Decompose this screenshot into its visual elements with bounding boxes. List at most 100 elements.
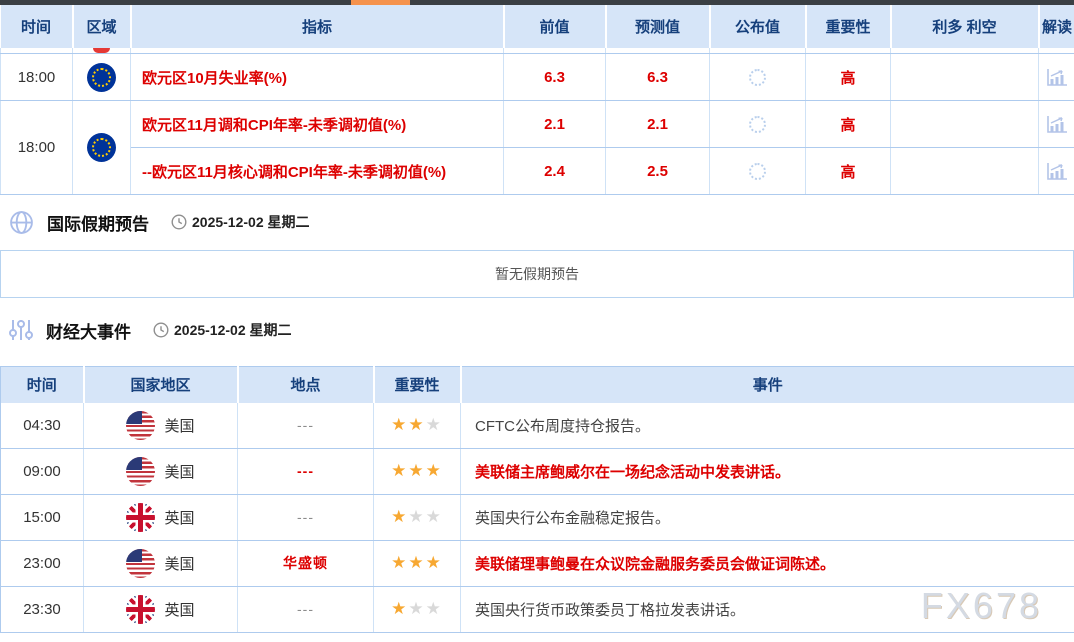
scrollbar-thumb[interactable] [351, 0, 410, 5]
table-row: 09:00 美国 --- 美联储主席鲍威尔在一场纪念活动中发表讲话。 [1, 448, 1074, 494]
forecast-value: 6.3 [606, 54, 710, 101]
col-time: 时间 [1, 367, 84, 403]
events-header-row: 时间 国家地区 地点 重要性 事件 [1, 367, 1074, 403]
published-cell [710, 101, 806, 148]
events-section-header: 财经大事件 2025-12-02 星期二 [0, 315, 1074, 345]
event-text: 美联储理事鲍曼在众议院金融服务委员会做证词陈述。 [461, 540, 1074, 586]
star-icon [408, 553, 425, 572]
star-icon [391, 461, 408, 480]
forecast-value: 2.5 [606, 148, 710, 195]
table-row: 15:00 英国 --- 英国央行公布金融稳定报告。 [1, 494, 1074, 540]
events-section-title: 财经大事件 [46, 318, 131, 343]
col-country: 国家地区 [84, 367, 238, 403]
star-icon [408, 507, 425, 526]
published-cell [710, 54, 806, 101]
star-icon [408, 461, 425, 480]
table-row: 23:00 美国 华盛顿 美联储理事鲍曼在众议院金融服务委员会做证词陈述。 [1, 540, 1074, 586]
col-event: 事件 [461, 367, 1074, 403]
chart-icon[interactable] [1046, 115, 1068, 134]
importance-cell [374, 494, 461, 540]
location-cell: --- [238, 494, 374, 540]
country-label: 美国 [164, 415, 194, 436]
indicator-name[interactable]: 欧元区11月调和CPI年率-未季调初值(%) [131, 101, 504, 148]
location-value: --- [297, 417, 314, 433]
indicator-name[interactable]: --欧元区11月核心调和CPI年率-未季调初值(%) [131, 148, 504, 195]
event-text: CFTC公布周度持仓报告。 [461, 403, 1074, 449]
location-cell: --- [238, 403, 374, 449]
loading-spinner-icon [749, 116, 766, 133]
chart-icon[interactable] [1046, 162, 1068, 181]
previous-value: 6.3 [504, 54, 606, 101]
clock-icon [153, 322, 169, 338]
holiday-section-title: 国际假期预告 [47, 210, 149, 235]
indicators-header-row: 时间 区域 指标 前值 预测值 公布值 重要性 利多 利空 解读 [1, 5, 1074, 48]
country-cell: 英国 [84, 586, 238, 632]
interpret-cell[interactable] [1039, 101, 1074, 148]
interpret-cell[interactable] [1039, 54, 1074, 101]
country-flag-icon [126, 549, 155, 578]
previous-value: 2.1 [504, 101, 606, 148]
bull-bear-cell [891, 101, 1039, 148]
time-cell: 09:00 [1, 448, 84, 494]
loading-spinner-icon [749, 69, 766, 86]
country-flag-icon [126, 457, 155, 486]
star-icon [426, 415, 443, 434]
event-text: 英国央行公布金融稳定报告。 [461, 494, 1074, 540]
importance-cell [374, 540, 461, 586]
col-previous: 前值 [504, 5, 606, 48]
location-value: 华盛顿 [283, 555, 328, 571]
eu-flag-icon [87, 133, 116, 162]
col-published: 公布值 [710, 5, 806, 48]
country-flag-icon [126, 411, 155, 440]
country-label: 美国 [164, 461, 194, 482]
col-region: 区域 [73, 5, 131, 48]
col-interpret: 解读 [1039, 5, 1074, 48]
location-value: --- [297, 463, 314, 479]
star-icon [426, 599, 443, 618]
event-text: 美联储主席鲍威尔在一场纪念活动中发表讲话。 [461, 448, 1074, 494]
col-time: 时间 [1, 5, 73, 48]
interpret-cell[interactable] [1039, 148, 1074, 195]
country-cell: 美国 [84, 540, 238, 586]
indicator-name[interactable]: 欧元区10月失业率(%) [131, 54, 504, 101]
sliders-icon [9, 317, 33, 343]
time-cell: 18:00 [1, 101, 73, 195]
globe-icon [9, 210, 34, 235]
events-date-group: 2025-12-02 星期二 [153, 320, 292, 340]
col-location: 地点 [238, 367, 374, 403]
bull-bear-cell [891, 54, 1039, 101]
published-cell [710, 148, 806, 195]
holiday-date: 2025-12-02 星期二 [192, 212, 310, 232]
star-icon [408, 599, 425, 618]
location-cell: --- [238, 448, 374, 494]
importance-cell [374, 448, 461, 494]
country-cell: 英国 [84, 494, 238, 540]
region-cell [73, 101, 131, 195]
forecast-value: 2.1 [606, 101, 710, 148]
location-value: --- [297, 601, 314, 617]
top-scrollbar[interactable] [0, 0, 1074, 5]
table-row: 18:00 欧元区10月失业率(%) 6.3 6.3 高 [1, 54, 1074, 101]
country-cell: 美国 [84, 448, 238, 494]
events-table: 时间 国家地区 地点 重要性 事件 04:30 美国 --- CFTC公布周度持… [0, 366, 1074, 633]
star-icon [391, 553, 408, 572]
time-cell: 04:30 [1, 403, 84, 449]
country-flag-icon [126, 595, 155, 624]
importance-value: 高 [806, 101, 891, 148]
star-icon [391, 599, 408, 618]
location-cell: 华盛顿 [238, 540, 374, 586]
star-icon [426, 461, 443, 480]
col-indicator: 指标 [131, 5, 504, 48]
star-icon [426, 553, 443, 572]
economic-calendar-page: 时间 区域 指标 前值 预测值 公布值 重要性 利多 利空 解读 18:00 欧… [0, 0, 1074, 642]
country-flag-icon [126, 503, 155, 532]
country-label: 美国 [164, 553, 194, 574]
importance-cell [374, 403, 461, 449]
star-icon [391, 415, 408, 434]
location-value: --- [297, 509, 314, 525]
time-cell: 15:00 [1, 494, 84, 540]
time-cell: 23:30 [1, 586, 84, 632]
chart-icon[interactable] [1046, 68, 1068, 87]
country-label: 英国 [164, 599, 194, 620]
holiday-empty-box: 暂无假期预告 [0, 250, 1074, 298]
